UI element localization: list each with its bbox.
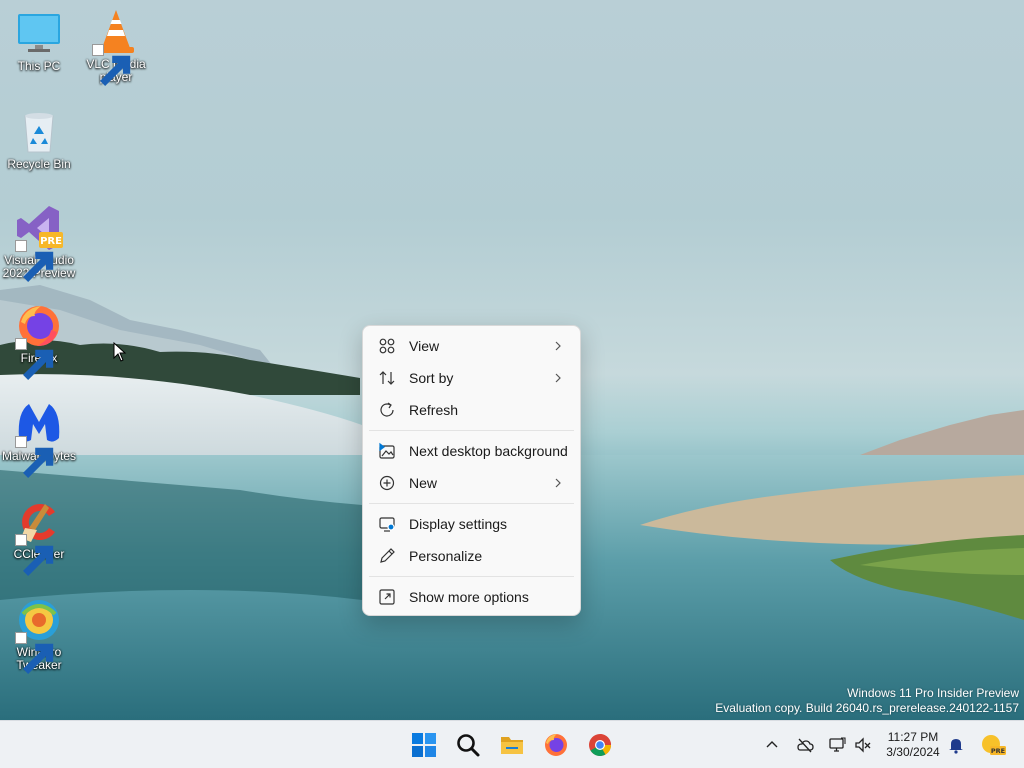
desktop-icon-vlc[interactable]: VLC media player (78, 8, 154, 86)
onedrive-offline-icon (797, 738, 814, 753)
refresh-icon (377, 400, 397, 420)
recycle-bin-icon (15, 108, 63, 156)
show-hidden-icons-button[interactable] (760, 733, 784, 757)
desktop-context-menu: View Sort by Refresh Next desktop backgr… (362, 325, 581, 616)
display-settings-icon (377, 514, 397, 534)
chevron-right-icon (555, 373, 561, 383)
chevron-up-icon (766, 741, 778, 748)
network-icon (829, 737, 846, 752)
evaluation-watermark: Windows 11 Pro Insider Preview Evaluatio… (715, 686, 1019, 716)
shortcut-arrow-icon (15, 240, 54, 282)
dev-home-button[interactable]: PRE (979, 733, 1007, 757)
shortcut-arrow-icon (92, 44, 131, 86)
shortcut-arrow-icon (15, 338, 54, 380)
grid-view-icon (377, 336, 397, 356)
vlc-icon (92, 8, 140, 86)
menu-item-personalize[interactable]: Personalize (367, 540, 576, 572)
this-pc-icon (15, 10, 63, 58)
plus-circle-icon (377, 473, 397, 493)
network-status-button[interactable] (825, 733, 849, 757)
file-explorer-icon (501, 737, 523, 754)
desktop-icon-ccleaner[interactable]: CCleaner (1, 498, 77, 576)
shortcut-arrow-icon (15, 436, 54, 478)
shortcut-arrow-icon (15, 632, 54, 674)
desktop-icon-this-pc[interactable]: This PC (1, 10, 77, 73)
search-button[interactable] (450, 727, 486, 763)
desktop-icon-recycle-bin[interactable]: Recycle Bin (1, 108, 77, 171)
volume-button[interactable] (851, 733, 875, 757)
taskbar-clock[interactable]: 11:27 PM 3/30/2024 (878, 730, 948, 760)
shortcut-arrow-icon (15, 534, 54, 576)
menu-item-display-settings[interactable]: Display settings (367, 508, 576, 540)
pen-icon (377, 546, 397, 566)
desktop-icon-visual-studio[interactable]: PRE Visual Studio 2022 Preview (1, 204, 77, 282)
menu-item-refresh[interactable]: Refresh (367, 394, 576, 426)
sort-icon (377, 368, 397, 388)
menu-item-next-desktop-background[interactable]: Next desktop background (367, 435, 576, 467)
mouse-cursor-icon (113, 342, 127, 362)
ccleaner-icon (15, 498, 63, 576)
visual-studio-icon: PRE (15, 204, 63, 282)
menu-item-new[interactable]: New (367, 467, 576, 499)
chrome-icon (589, 734, 611, 756)
taskbar-chrome[interactable] (582, 727, 618, 763)
firefox-icon (545, 734, 567, 756)
start-button[interactable] (406, 727, 442, 763)
notifications-button[interactable] (944, 733, 968, 757)
firefox-icon (15, 302, 63, 380)
start-icon (412, 733, 436, 757)
chevron-right-icon (555, 341, 561, 351)
notification-bell-icon (949, 739, 963, 754)
volume-muted-icon (855, 737, 871, 753)
menu-separator (369, 503, 574, 504)
taskbar: 11:27 PM 3/30/2024 PRE (0, 720, 1024, 768)
menu-item-sort-by[interactable]: Sort by (367, 362, 576, 394)
watermark-build: Evaluation copy. Build 26040.rs_prerelea… (715, 701, 1019, 715)
taskbar-file-explorer[interactable] (494, 727, 530, 763)
chevron-right-icon (555, 478, 561, 488)
clock-date: 3/30/2024 (886, 745, 940, 759)
onedrive-status-button[interactable] (793, 733, 817, 757)
clock-time: 11:27 PM (887, 730, 939, 744)
next-background-icon (377, 441, 397, 461)
search-icon (457, 734, 480, 757)
taskbar-firefox[interactable] (538, 727, 574, 763)
desktop-icon-firefox[interactable]: Firefox (1, 302, 77, 380)
menu-item-show-more-options[interactable]: Show more options (367, 581, 576, 613)
menu-item-view[interactable]: View (367, 330, 576, 362)
menu-separator (369, 430, 574, 431)
malwarebytes-icon (15, 400, 63, 478)
desktop-icon-winaero-tweaker[interactable]: Winaero Tweaker (1, 596, 77, 674)
winaero-tweaker-icon (15, 596, 63, 674)
watermark-edition: Windows 11 Pro Insider Preview (847, 686, 1019, 700)
show-more-icon (377, 587, 397, 607)
menu-separator (369, 576, 574, 577)
tray-pre-badge: PRE (991, 747, 1005, 755)
dev-home-icon: PRE (982, 735, 1006, 755)
desktop-icon-malwarebytes[interactable]: Malwarebytes (1, 400, 77, 478)
